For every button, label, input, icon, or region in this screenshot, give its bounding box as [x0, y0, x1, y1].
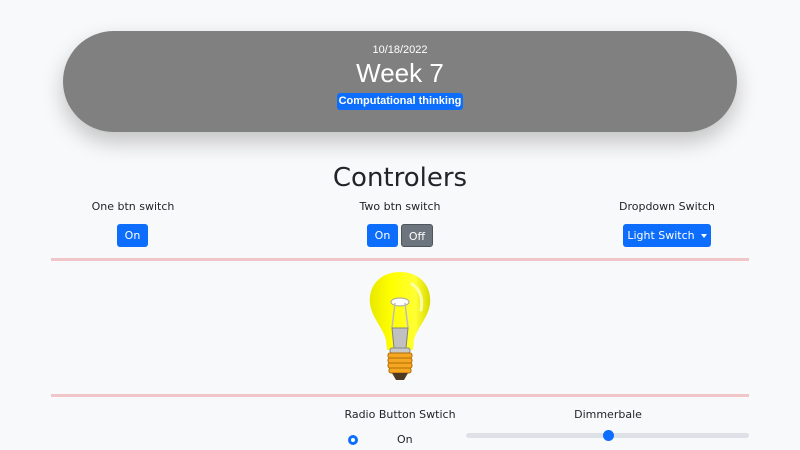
one-btn-switch-label: One btn switch — [91, 200, 175, 213]
header-title: Week 7 — [356, 58, 444, 88]
light-bulb-icon — [369, 272, 431, 380]
radio-switch-label: Radio Button Swtich — [344, 408, 456, 421]
dimmer-slider[interactable] — [466, 430, 749, 441]
radio-on-option[interactable] — [348, 435, 358, 445]
dropdown-button-label: Light Switch — [627, 229, 695, 242]
two-btn-off-button[interactable]: Off — [401, 224, 433, 247]
page: 10/18/2022 Week 7 Computational thinking… — [0, 0, 800, 450]
top-divider — [51, 258, 749, 261]
header-date: 10/18/2022 — [372, 44, 428, 56]
dimmer-label: Dimmerbale — [574, 408, 642, 421]
two-btn-switch-label: Two btn switch — [359, 200, 441, 213]
one-btn-on-button[interactable]: On — [117, 224, 148, 247]
radio-on-label: On — [397, 433, 413, 446]
bottom-divider — [51, 394, 749, 397]
dropdown-switch-label: Dropdown Switch — [618, 200, 715, 213]
header-card: 10/18/2022 Week 7 Computational thinking — [63, 31, 737, 132]
controls-title: Controlers — [332, 163, 468, 193]
caret-down-icon — [700, 234, 707, 238]
dimmer-slider-thumb[interactable] — [602, 430, 614, 441]
two-btn-on-button[interactable]: On — [367, 224, 398, 247]
topic-badge: Computational thinking — [337, 93, 463, 110]
light-switch-dropdown-button[interactable]: Light Switch — [623, 224, 711, 247]
